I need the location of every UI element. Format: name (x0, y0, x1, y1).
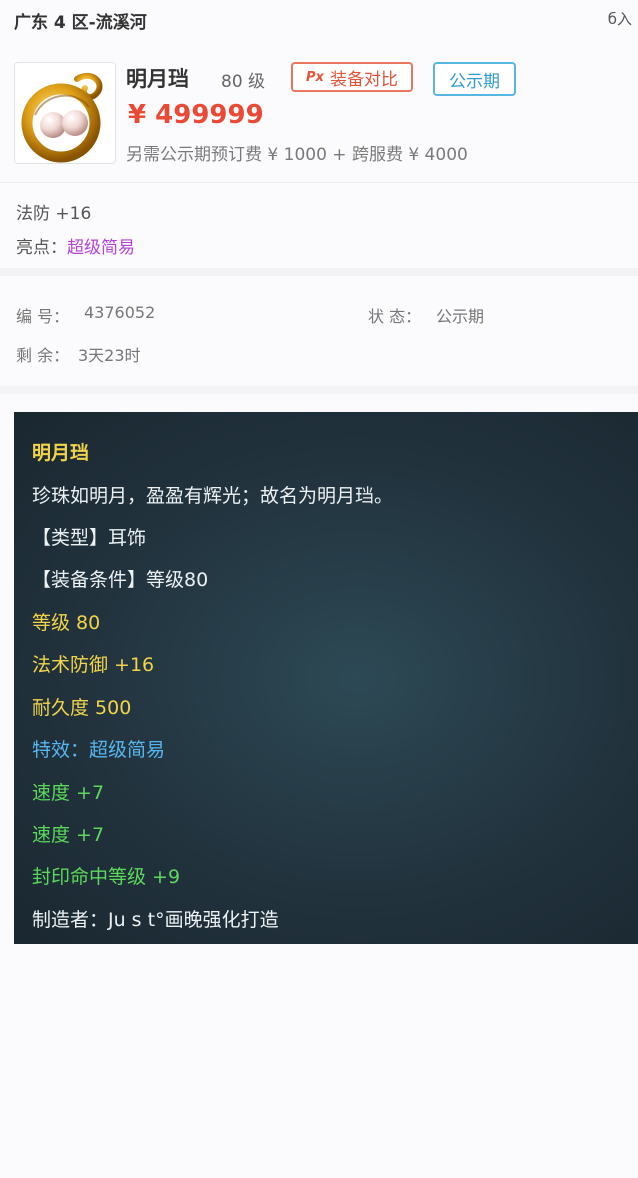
id-value: 4376052 (84, 303, 156, 322)
desc-type: 【类型】耳饰 (32, 527, 147, 549)
status-value: 公示期 (436, 307, 485, 326)
desc-flavor: 珍珠如明月，盈盈有辉光；故名为明月珰。 (32, 485, 394, 507)
desc-crafter: 制造者：Ju s t°画晚强化打造 (32, 909, 279, 931)
section-separator (0, 268, 638, 276)
compare-button[interactable]: Px 装备对比 (291, 62, 413, 92)
highlight-label: 亮点： (16, 238, 67, 258)
id-label: 编 号： (16, 307, 70, 326)
remain-label: 剩 余： (16, 346, 70, 365)
desc-speed-2: 速度 +7 (32, 824, 105, 846)
divider (0, 182, 638, 183)
desc-requirement: 【装备条件】等级80 (32, 569, 209, 591)
item-description-panel: 明月珰 珍珠如明月，盈盈有辉光；故名为明月珰。 【类型】耳饰 【装备条件】等级8… (14, 412, 638, 944)
top-bar: 广东 4 区-流溪河 б入 (0, 0, 638, 40)
compare-icon: Px (306, 69, 324, 85)
highlight-line: 亮点：超级简易 (16, 233, 135, 258)
fee-note: 另需公示期预订费 ¥ 1000 + 跨服费 ¥ 4000 (126, 145, 468, 165)
public-period-button[interactable]: 公示期 (433, 62, 516, 96)
desc-seal-hit: 封印命中等级 +9 (32, 866, 181, 888)
highlight-value: 超级简易 (67, 238, 135, 258)
status-label: 状 态： (368, 307, 422, 326)
desc-special-effect: 特效：超级简易 (32, 739, 166, 761)
server-name: 广东 4 区-流溪河 (14, 13, 147, 33)
share-icon[interactable]: б入 (608, 8, 632, 29)
pearl-earring-icon (21, 72, 103, 163)
remain-value: 3天23时 (78, 346, 141, 365)
desc-durability: 耐久度 500 (32, 697, 132, 719)
item-level: 80 级 (221, 72, 266, 92)
item-header: 明月珰 80 级 Px 装备对比 公示期 ¥ 499999 另需公示期预订费 ¥… (0, 50, 638, 180)
item-name: 明月珰 (126, 67, 189, 91)
stat-line: 法防 +16 (16, 204, 92, 224)
desc-speed-1: 速度 +7 (32, 782, 105, 804)
item-thumbnail[interactable] (14, 62, 116, 164)
desc-level: 等级 80 (32, 612, 101, 634)
desc-magic-defense: 法术防御 +16 (32, 654, 155, 676)
section-separator (0, 386, 638, 394)
item-price: ¥ 499999 (128, 100, 264, 130)
public-period-label: 公示期 (449, 71, 500, 92)
compare-button-label: 装备对比 (329, 69, 398, 90)
desc-title: 明月珰 (32, 442, 90, 464)
